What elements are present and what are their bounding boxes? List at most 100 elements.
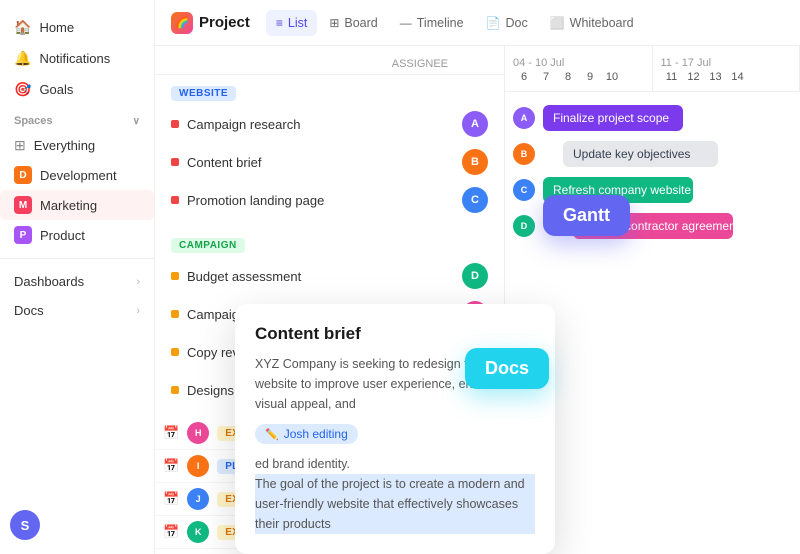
- avatar: C: [462, 187, 488, 213]
- calendar-icon-4: 📅: [163, 524, 179, 540]
- avatar: K: [187, 521, 209, 543]
- task-name: Content brief: [187, 155, 454, 170]
- task-dot-yellow: [171, 386, 179, 394]
- tab-board[interactable]: ⊞ Board: [319, 10, 387, 36]
- task-row[interactable]: Promotion landing page C: [155, 181, 504, 219]
- task-dot-yellow: [171, 272, 179, 280]
- list-label: List: [288, 16, 307, 30]
- avatar: A: [462, 111, 488, 137]
- task-row[interactable]: Content brief B: [155, 143, 504, 181]
- home-icon: 🏠: [14, 19, 31, 36]
- assignee-col-header: ASSIGNEE: [392, 58, 488, 70]
- nav-tabs: ≡ List ⊞ Board — Timeline 📄 Doc ⬜ Whiteb…: [266, 10, 644, 36]
- date-numbers-2: 11 12 13 14: [653, 71, 800, 83]
- sidebar-space-development[interactable]: D Development: [0, 160, 154, 190]
- task-row[interactable]: Budget assessment D: [155, 257, 504, 295]
- sidebar-nav-item-goals[interactable]: 🎯 Goals: [0, 74, 154, 105]
- doc-label: Doc: [505, 16, 527, 30]
- sidebar-bottom: Dashboards › Docs ›: [0, 258, 154, 325]
- editing-badge: ✏️ Josh editing: [255, 424, 358, 444]
- docs-label-text: Docs: [485, 358, 529, 378]
- calendar-icon-2: 📅: [163, 458, 179, 474]
- sidebar-nav-item-home[interactable]: 🏠 Home: [0, 12, 154, 43]
- main-area: 🌈 Project ≡ List ⊞ Board — Timeline 📄 Do…: [155, 0, 800, 554]
- spaces-section-title: Spaces ∨: [0, 105, 154, 131]
- gantt-bar-gray[interactable]: Update key objectives: [563, 141, 718, 167]
- avatar: D: [462, 263, 488, 289]
- website-badge: WEBSITE: [171, 86, 236, 101]
- timeline-label: Timeline: [417, 16, 464, 30]
- date-num: 6: [513, 71, 535, 83]
- gantt-floating-label: Gantt: [543, 195, 630, 236]
- gantt-label-text: Gantt: [563, 205, 610, 225]
- tab-list[interactable]: ≡ List: [266, 10, 317, 36]
- product-label: Product: [40, 228, 85, 243]
- gantt-header: 04 - 10 Jul 6 7 8 9 10 11 - 17 Jul 11 12…: [505, 46, 800, 92]
- sidebar-space-marketing[interactable]: M Marketing: [0, 190, 154, 220]
- task-dot-red: [171, 158, 179, 166]
- everything-label: Everything: [34, 138, 95, 153]
- date-num: 8: [557, 71, 579, 83]
- goals-label: Goals: [39, 82, 73, 97]
- sidebar-space-everything[interactable]: ⊞ Everything: [0, 131, 154, 160]
- docs-floating-label: Docs: [465, 348, 549, 389]
- chevron-right-icon: ›: [136, 276, 140, 288]
- doc-icon: 📄: [486, 16, 501, 30]
- avatar: D: [513, 215, 535, 237]
- whiteboard-icon: ⬜: [550, 16, 565, 30]
- docs-body-2: ed brand identity.: [255, 457, 350, 471]
- website-section-header: WEBSITE: [155, 75, 504, 105]
- calendar-icon-3: 📅: [163, 491, 179, 507]
- mkt-dot: M: [14, 196, 32, 214]
- campaign-section-header: CAMPAIGN: [155, 227, 504, 257]
- dev-dot: D: [14, 166, 32, 184]
- chevron-icon: ∨: [133, 116, 140, 127]
- task-row[interactable]: Campaign research A: [155, 105, 504, 143]
- spaces-label: Spaces: [14, 115, 53, 127]
- gantt-bar-purple[interactable]: Finalize project scope: [543, 105, 683, 131]
- date-num: 12: [683, 71, 705, 83]
- bell-icon: 🔔: [14, 50, 31, 67]
- avatar: B: [462, 149, 488, 175]
- tab-whiteboard[interactable]: ⬜ Whiteboard: [540, 10, 644, 36]
- docs-label: Docs: [14, 303, 44, 318]
- date-range-title-2: 11 - 17 Jul: [653, 55, 800, 71]
- date-num: 9: [579, 71, 601, 83]
- avatar: I: [187, 455, 209, 477]
- sidebar-item-docs[interactable]: Docs ›: [0, 296, 154, 325]
- user-avatar[interactable]: S: [10, 510, 40, 540]
- top-bar: 🌈 Project ≡ List ⊞ Board — Timeline 📄 Do…: [155, 0, 800, 46]
- calendar-icon: 📅: [163, 425, 179, 441]
- avatar: H: [187, 422, 209, 444]
- docs-panel-title: Content brief: [255, 324, 535, 344]
- sidebar-nav-item-notifications[interactable]: 🔔 Notifications: [0, 43, 154, 74]
- sidebar: 🏠 Home 🔔 Notifications 🎯 Goals Spaces ∨ …: [0, 0, 155, 554]
- grid-icon: ⊞: [14, 137, 26, 154]
- tab-doc[interactable]: 📄 Doc: [476, 10, 538, 36]
- home-label: Home: [39, 20, 74, 35]
- sidebar-space-product[interactable]: P Product: [0, 220, 154, 250]
- date-num: 10: [601, 71, 623, 83]
- project-title: 🌈 Project: [171, 12, 250, 34]
- date-range-title-1: 04 - 10 Jul: [505, 55, 652, 71]
- sidebar-item-dashboards[interactable]: Dashboards ›: [0, 267, 154, 296]
- user-initial: S: [21, 518, 30, 533]
- project-icon: 🌈: [171, 12, 193, 34]
- chevron-right-icon-2: ›: [136, 305, 140, 317]
- development-label: Development: [40, 168, 117, 183]
- table-header: ASSIGNEE: [155, 54, 504, 75]
- bar-label: Finalize project scope: [553, 111, 669, 125]
- avatar: A: [513, 107, 535, 129]
- campaign-badge: CAMPAIGN: [171, 238, 245, 253]
- task-dot-red: [171, 120, 179, 128]
- goals-icon: 🎯: [14, 81, 31, 98]
- project-label: Project: [199, 14, 250, 31]
- whiteboard-label: Whiteboard: [570, 16, 634, 30]
- prd-dot: P: [14, 226, 32, 244]
- avatar: J: [187, 488, 209, 510]
- task-name: Promotion landing page: [187, 193, 454, 208]
- tab-timeline[interactable]: — Timeline: [390, 10, 474, 36]
- date-range-1: 04 - 10 Jul 6 7 8 9 10: [505, 46, 653, 91]
- docs-body-3: The goal of the project is to create a m…: [255, 477, 525, 531]
- task-dot-yellow: [171, 310, 179, 318]
